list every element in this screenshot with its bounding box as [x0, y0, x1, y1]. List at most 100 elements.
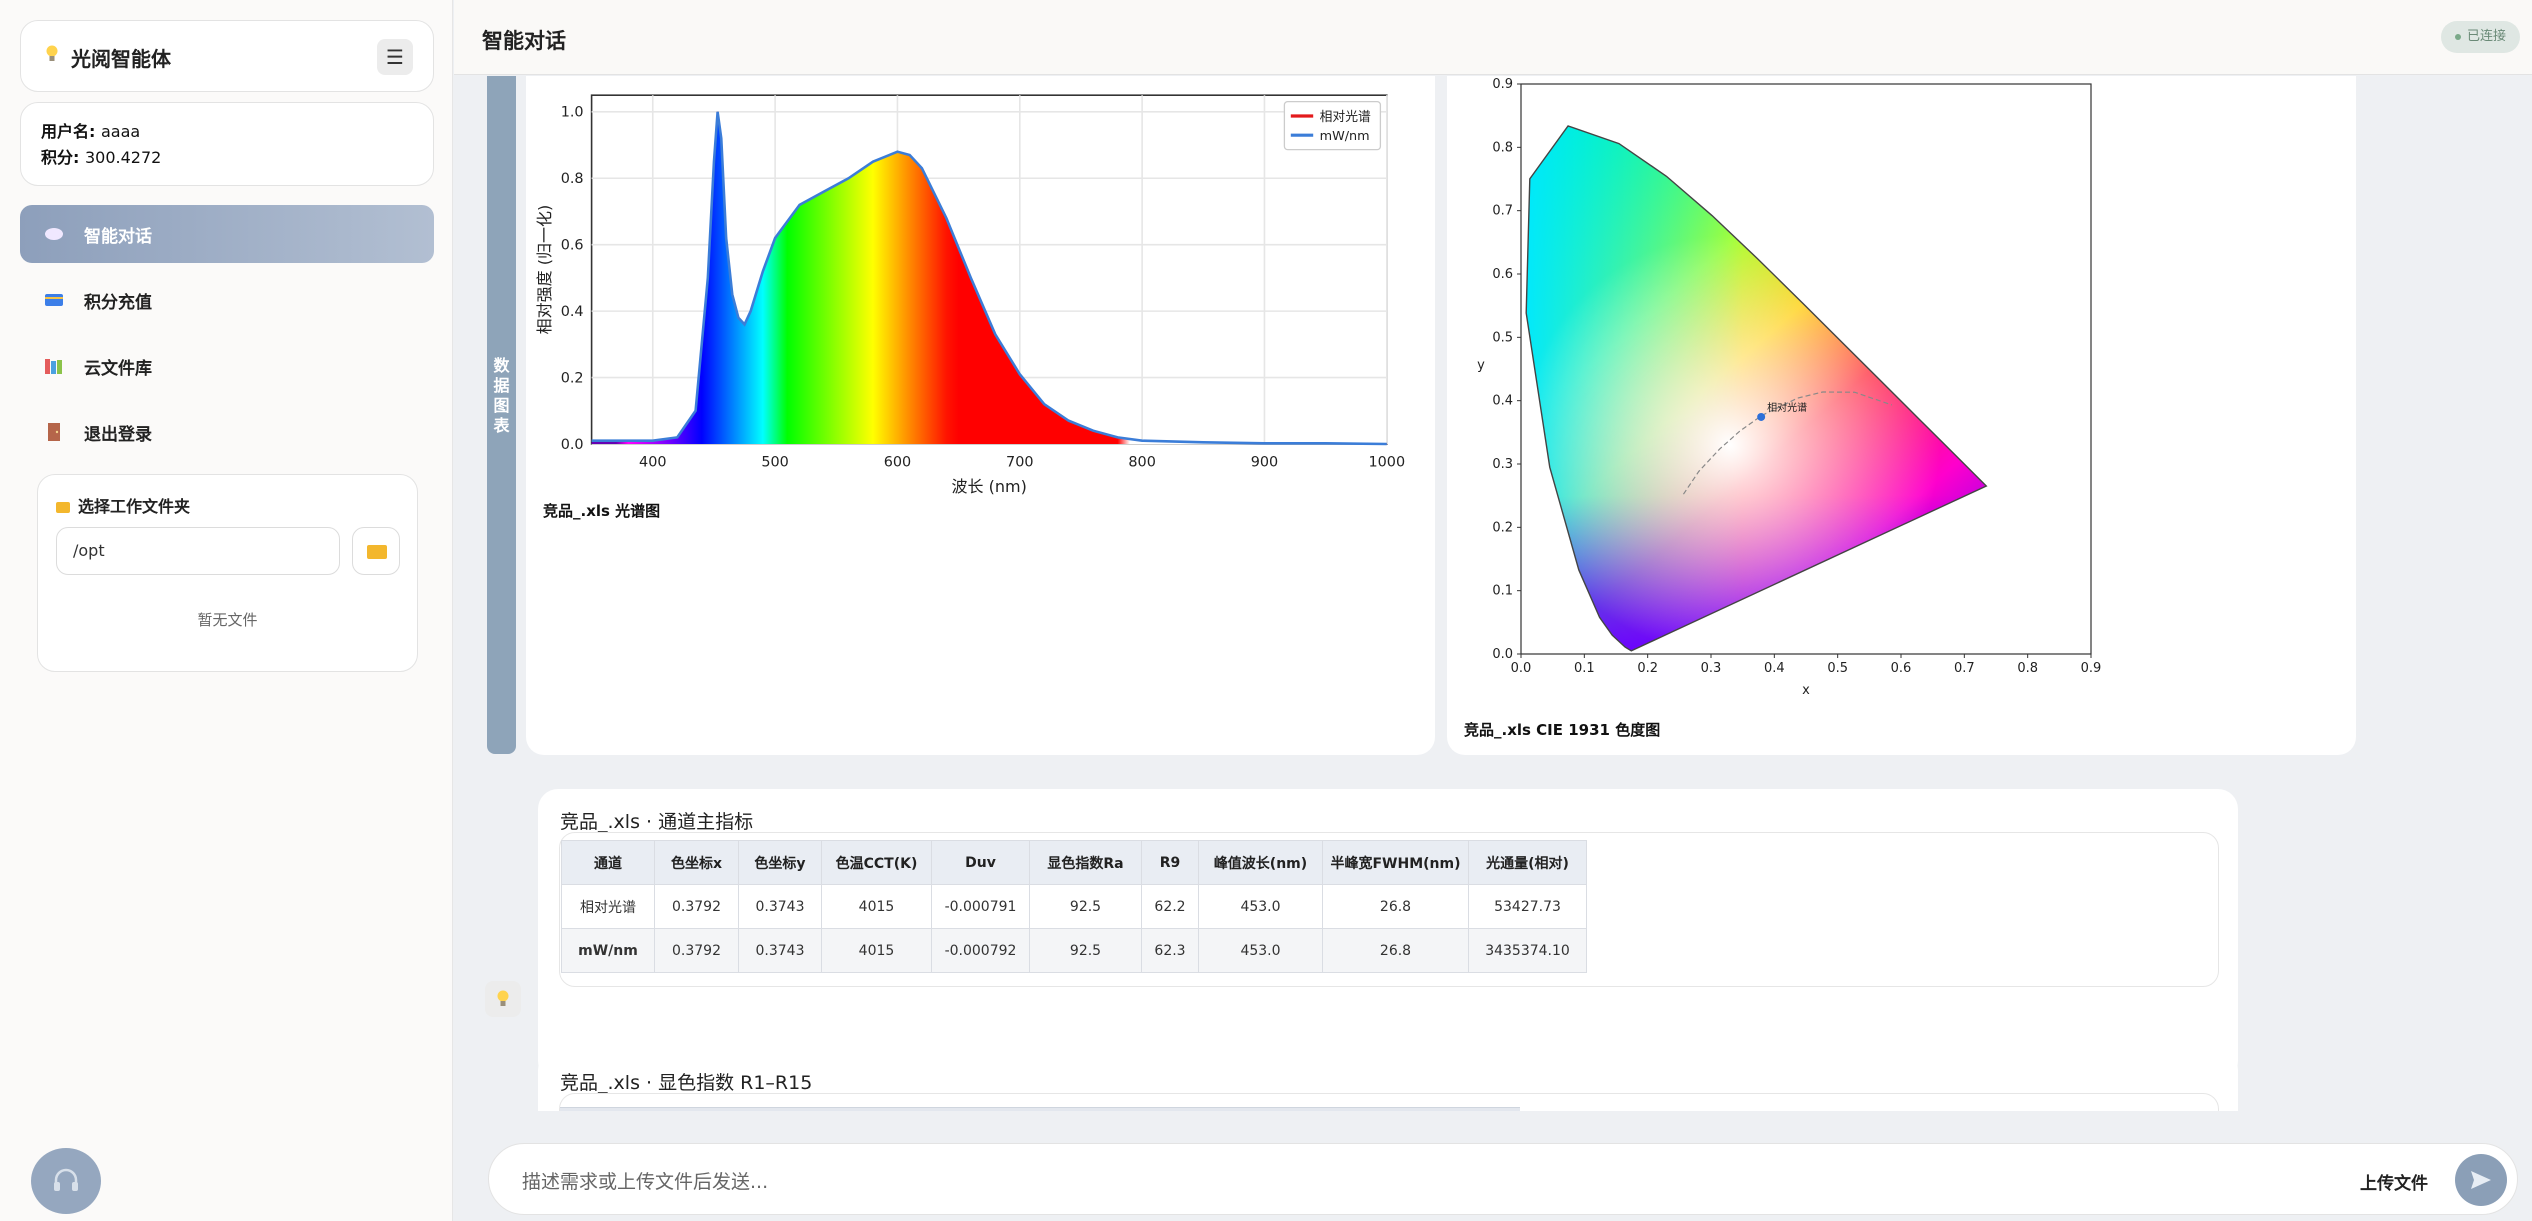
chat-bubble-icon: [45, 228, 63, 240]
table-cell: mW/nm: [561, 928, 655, 973]
x-tick-label: 0.8: [2017, 661, 2038, 676]
table-header-cell: 光通量(相对): [1468, 840, 1587, 885]
brand-header: 光阅智能体 ☰: [20, 20, 434, 92]
x-tick-label: 0.7: [1954, 661, 1975, 676]
lightbulb-icon: [46, 45, 58, 61]
table-header-cell: R9: [1141, 840, 1199, 885]
table-cell: 26.8: [1322, 928, 1469, 973]
door-icon: [48, 423, 60, 441]
username-row: 用户名: aaaa: [41, 122, 141, 141]
sidebar-nav: 智能对话 积分充值 云文件库 退出登录: [20, 205, 434, 469]
x-axis-label: x: [1802, 683, 1810, 698]
credit-card-icon: [45, 294, 63, 306]
table-header-cell: Duv: [931, 840, 1030, 885]
nav-item-label: 智能对话: [84, 227, 152, 247]
nav-item-cloud-files[interactable]: 云文件库: [20, 337, 434, 395]
table-cell: -0.000792: [931, 928, 1030, 973]
y-tick-label: 0.1: [1492, 584, 1513, 599]
table-header-cell: 半峰宽FWHM(nm): [1322, 840, 1469, 885]
open-folder-icon: [367, 545, 387, 559]
cie-plot: 相对光谱 0.0 0.1 0.2 0.3 0.4 0.5 0.6 0.7 0.8 0.9 0.0 0.1…: [1477, 77, 2101, 698]
table-cell: 0.3743: [738, 884, 822, 929]
data-chart-tag-label: 数据图表: [493, 356, 510, 435]
nav-item-chat[interactable]: 智能对话: [20, 205, 434, 263]
menu-toggle-button[interactable]: ☰: [377, 39, 413, 75]
y-tick-label: 0.6: [1492, 267, 1513, 282]
legend-label: mW/nm: [1320, 129, 1370, 144]
username: aaaa: [100, 122, 141, 141]
table-cell: 4015: [821, 928, 932, 973]
empty-files-message: 暂无文件: [197, 611, 258, 629]
x-tick-label: 900: [1251, 454, 1278, 470]
spectrum-chart-caption: 竞品_.xls 光谱图: [543, 502, 661, 520]
y-tick-label: 0.4: [1492, 394, 1513, 409]
x-tick-label: 0.0: [1511, 661, 1532, 676]
browse-folder-button[interactable]: [352, 527, 400, 575]
y-tick-label: 0.9: [1492, 77, 1513, 92]
cri-table-header-strip: [560, 1107, 1520, 1111]
connection-status-badge: 已连接: [2440, 21, 2520, 53]
chat-area[interactable]: 数据图表 400 500 600 700 800 900 1000 0.0 0.2 0.4 0.6 0…: [454, 76, 2532, 1111]
cri-table-title: 竞品_.xls · 显色指数 R1–R15: [560, 1072, 813, 1094]
x-tick-label: 0.9: [2081, 661, 2102, 676]
support-button[interactable]: [31, 1148, 101, 1214]
nav-item-recharge[interactable]: 积分充值: [20, 271, 434, 329]
table-header-cell: 色坐标x: [654, 840, 739, 885]
table-cell: 相对光谱: [561, 884, 655, 929]
table-cell: 4015: [821, 884, 932, 929]
user-info-card: 用户名: aaaa 积分: 300.4272: [20, 102, 434, 186]
y-tick-label: 0.0: [561, 437, 584, 453]
y-axis-label: y: [1477, 358, 1485, 373]
send-button[interactable]: [2455, 1154, 2507, 1206]
folder-icon: [56, 502, 70, 513]
x-axis-label: 波长 (nm): [952, 477, 1027, 496]
table-cell: 0.3743: [738, 928, 822, 973]
y-tick-label: 0.8: [1492, 140, 1513, 155]
table-header-cell: 峰值波长(nm): [1198, 840, 1323, 885]
table-cell: 62.3: [1141, 928, 1199, 973]
spectrum-chart-card: 400 500 600 700 800 900 1000 0.0 0.2 0.4 0.6 0.8 1.0…: [526, 76, 1435, 755]
table-cell: 0.3792: [654, 884, 739, 929]
table-cell: 0.3792: [654, 928, 739, 973]
sidebar: 光阅智能体 ☰ 用户名: aaaa 积分: 300.4272 智能对话 积分充值…: [0, 0, 453, 1221]
lightbulb-icon: [497, 990, 509, 1006]
table-row: 相对光谱 0.3792 0.3743 4015 -0.000791 92.5 62.2 453…: [561, 884, 1587, 929]
folder-card-title: 选择工作文件夹: [56, 493, 190, 517]
legend-label: 相对光谱: [1320, 110, 1371, 125]
nav-item-label: 积分充值: [84, 293, 152, 313]
x-tick-label: 500: [761, 454, 788, 470]
table-cell: 92.5: [1029, 884, 1142, 929]
y-tick-label: 0.2: [561, 370, 584, 386]
credit-row: 积分: 300.4272: [41, 148, 162, 167]
spectrum-chart: 400 500 600 700 800 900 1000 0.0 0.2 0.4 0.6 0.8 1.0…: [535, 94, 1405, 496]
x-tick-label: 0.1: [1574, 661, 1595, 676]
x-tick-label: 600: [884, 454, 911, 470]
status-dot-icon: [2454, 33, 2461, 40]
x-tick-label: 0.2: [1637, 661, 1658, 676]
table-header-cell: 通道: [561, 840, 655, 885]
table-cell: 62.2: [1141, 884, 1199, 929]
message-input[interactable]: 描述需求或上传文件后发送...: [522, 1167, 768, 1194]
x-tick-label: 0.5: [1827, 661, 1848, 676]
folder-path-input[interactable]: /opt: [56, 527, 340, 575]
headphones-icon: [54, 1168, 78, 1191]
table-cell: 453.0: [1198, 928, 1323, 973]
nav-item-label: 云文件库: [84, 359, 152, 379]
table-cell: 92.5: [1029, 928, 1142, 973]
y-tick-label: 0.7: [1492, 204, 1513, 219]
x-tick-label: 700: [1006, 454, 1033, 470]
workspace-folder-card: 选择工作文件夹 /opt 暂无文件: [37, 474, 418, 672]
books-icon: [45, 359, 62, 374]
x-tick-label: 0.6: [1891, 661, 1912, 676]
upload-file-button[interactable]: 上传文件: [2360, 1169, 2428, 1194]
x-tick-label: 0.4: [1764, 661, 1785, 676]
data-chart-tag: 数据图表: [487, 76, 516, 754]
nav-item-logout[interactable]: 退出登录: [20, 403, 434, 461]
app-title: 光阅智能体: [71, 47, 171, 71]
table-header-cell: 色温CCT(K): [821, 840, 932, 885]
message-composer: 描述需求或上传文件后发送... 上传文件: [488, 1143, 2518, 1215]
table-cell: 453.0: [1198, 884, 1323, 929]
y-tick-label: 0.2: [1492, 520, 1513, 535]
y-tick-label: 0.8: [561, 171, 584, 187]
x-tick-label: 0.3: [1701, 661, 1722, 676]
